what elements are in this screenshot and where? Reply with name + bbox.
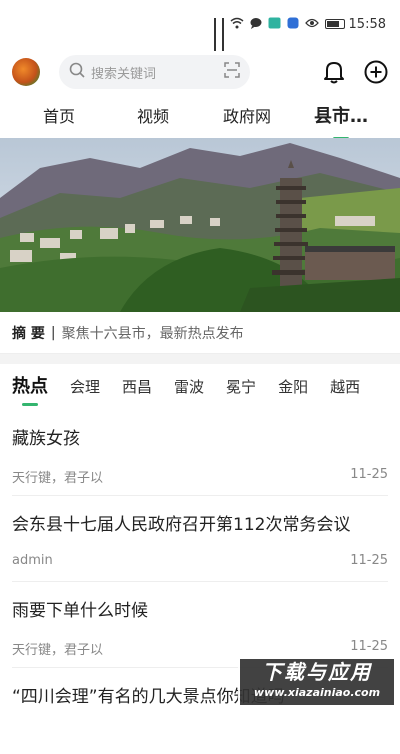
news-title: 雨要下单什么时候: [12, 601, 148, 621]
tab-government[interactable]: 政府网: [200, 96, 294, 138]
scan-icon[interactable]: [224, 62, 240, 82]
news-item[interactable]: 雨要下单什么时候 天行键，君子以 11-25: [12, 582, 388, 668]
watermark-line1: 下载与应用: [262, 660, 372, 684]
watermark-logo: 下载与应用 www.xiazainiao.com: [238, 657, 396, 707]
section-divider: [0, 354, 400, 364]
news-author: 天行键，君子以: [12, 643, 104, 658]
tab-counties[interactable]: 县市…: [294, 96, 388, 138]
bell-icon[interactable]: [322, 60, 346, 84]
news-meta: admin 11-25: [12, 553, 388, 568]
header: 搜索关键词: [0, 48, 400, 96]
news-date: 11-25: [350, 639, 388, 654]
category-huili[interactable]: 会理: [70, 364, 100, 410]
pagoda-landscape-image: [0, 138, 400, 312]
app-icon: [268, 17, 281, 32]
news-author: admin: [12, 553, 53, 568]
signal-icon-2: [221, 18, 224, 51]
status-icons: [213, 17, 319, 51]
category-hot[interactable]: 热点: [12, 364, 48, 410]
news-author: 天行键，君子以: [12, 471, 104, 486]
message-icon: [250, 17, 262, 32]
status-time: 15:58: [348, 16, 386, 32]
news-title: 会东县十七届人民政府召开第112次常务会议: [12, 515, 351, 535]
summary-label: 摘 要: [12, 325, 45, 342]
avatar[interactable]: [12, 58, 40, 86]
shield-icon: [287, 17, 299, 32]
news-date: 11-25: [350, 467, 388, 482]
summary-separator: |: [50, 324, 56, 341]
search-icon: [69, 62, 85, 82]
add-icon[interactable]: [364, 60, 388, 84]
category-leibo[interactable]: 雷波: [174, 364, 204, 410]
news-item[interactable]: 藏族女孩 天行键，君子以 11-25: [12, 410, 388, 496]
search-input[interactable]: 搜索关键词: [91, 63, 224, 82]
watermark-line2: www.xiazainiao.com: [253, 686, 381, 699]
wifi-icon: [230, 17, 244, 32]
category-mianning[interactable]: 冕宁: [226, 364, 256, 410]
banner-image[interactable]: [0, 138, 400, 312]
news-meta: 天行键，君子以 11-25: [12, 639, 388, 658]
battery-icon: [324, 19, 345, 29]
summary-bar: 摘 要 | 聚焦十六县市，最新热点发布: [0, 312, 400, 354]
tab-home[interactable]: 首页: [12, 96, 106, 138]
search-bar[interactable]: 搜索关键词: [59, 55, 250, 89]
status-bar: 15:58: [0, 0, 400, 51]
category-yuexi[interactable]: 越西: [330, 364, 360, 410]
category-xichang[interactable]: 西昌: [122, 364, 152, 410]
category-jinyang[interactable]: 金阳: [278, 364, 308, 410]
top-tabs: 首页 视频 政府网 县市…: [0, 96, 400, 138]
eye-icon: [304, 18, 319, 31]
news-date: 11-25: [350, 553, 388, 568]
news-meta: 天行键，君子以 11-25: [12, 467, 388, 486]
news-title: 藏族女孩: [12, 429, 80, 449]
category-tabs: 热点 会理 西昌 雷波 冕宁 金阳 越西: [0, 364, 400, 410]
news-item[interactable]: 会东县十七届人民政府召开第112次常务会议 admin 11-25: [12, 496, 388, 582]
tab-video[interactable]: 视频: [106, 96, 200, 138]
summary-text: 聚焦十六县市，最新热点发布: [61, 325, 244, 342]
signal-icon: [213, 18, 216, 51]
